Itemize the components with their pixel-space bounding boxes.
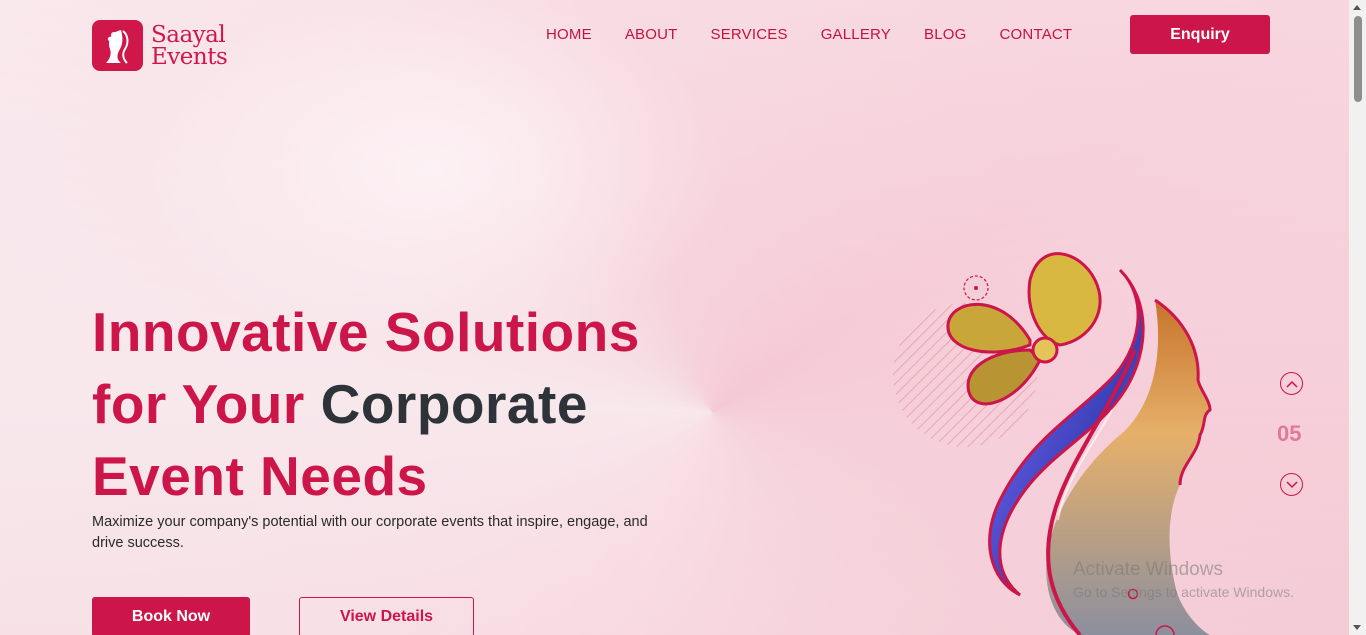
hero-title-part3: Corporate bbox=[320, 373, 588, 435]
activate-windows-watermark: Activate Windows Go to Settings to activ… bbox=[1073, 559, 1294, 600]
slide-counter: 05 bbox=[1277, 421, 1302, 446]
hero-title: Innovative Solutions for Your Corporate … bbox=[92, 296, 732, 512]
hero-title-part1: Innovative Solutions bbox=[92, 301, 640, 363]
hero-title-part2: for Your bbox=[92, 373, 321, 435]
nav-home[interactable]: HOME bbox=[546, 26, 592, 44]
vertical-scrollbar[interactable] bbox=[1349, 0, 1366, 635]
enquiry-button[interactable]: Enquiry bbox=[1130, 15, 1270, 54]
main-nav: HOME ABOUT SERVICES GALLERY BLOG CONTACT bbox=[546, 26, 1105, 44]
woman-profile-icon bbox=[92, 20, 143, 71]
brand-line1: Saayal bbox=[151, 21, 226, 48]
brand-line2: Events bbox=[151, 43, 228, 70]
nav-blog[interactable]: BLOG bbox=[924, 26, 966, 44]
chevron-down-icon bbox=[1285, 480, 1298, 488]
nav-gallery[interactable]: GALLERY bbox=[821, 26, 891, 44]
hero-title-part4: Event Needs bbox=[92, 445, 428, 507]
chevron-up-icon bbox=[1285, 380, 1298, 388]
watermark-subtitle: Go to Settings to activate Windows. bbox=[1073, 584, 1294, 600]
watermark-title: Activate Windows bbox=[1073, 559, 1223, 580]
nav-services[interactable]: SERVICES bbox=[711, 26, 788, 44]
nav-contact[interactable]: CONTACT bbox=[1000, 26, 1073, 44]
brand-logo[interactable]: Saayal Events bbox=[92, 20, 228, 71]
scrollbar-thumb[interactable] bbox=[1354, 16, 1362, 102]
scroll-down-arrow-icon[interactable] bbox=[1353, 625, 1361, 630]
nav-about[interactable]: ABOUT bbox=[625, 26, 678, 44]
scroll-up-arrow-icon[interactable] bbox=[1353, 5, 1361, 10]
hero-subtitle: Maximize your company's potential with o… bbox=[92, 514, 648, 551]
slide-prev-button[interactable] bbox=[1280, 372, 1303, 395]
book-now-button[interactable]: Book Now bbox=[92, 597, 250, 635]
view-details-button[interactable]: View Details bbox=[299, 597, 474, 635]
slide-next-button[interactable] bbox=[1280, 473, 1303, 496]
brand-name: Saayal Events bbox=[151, 21, 228, 70]
